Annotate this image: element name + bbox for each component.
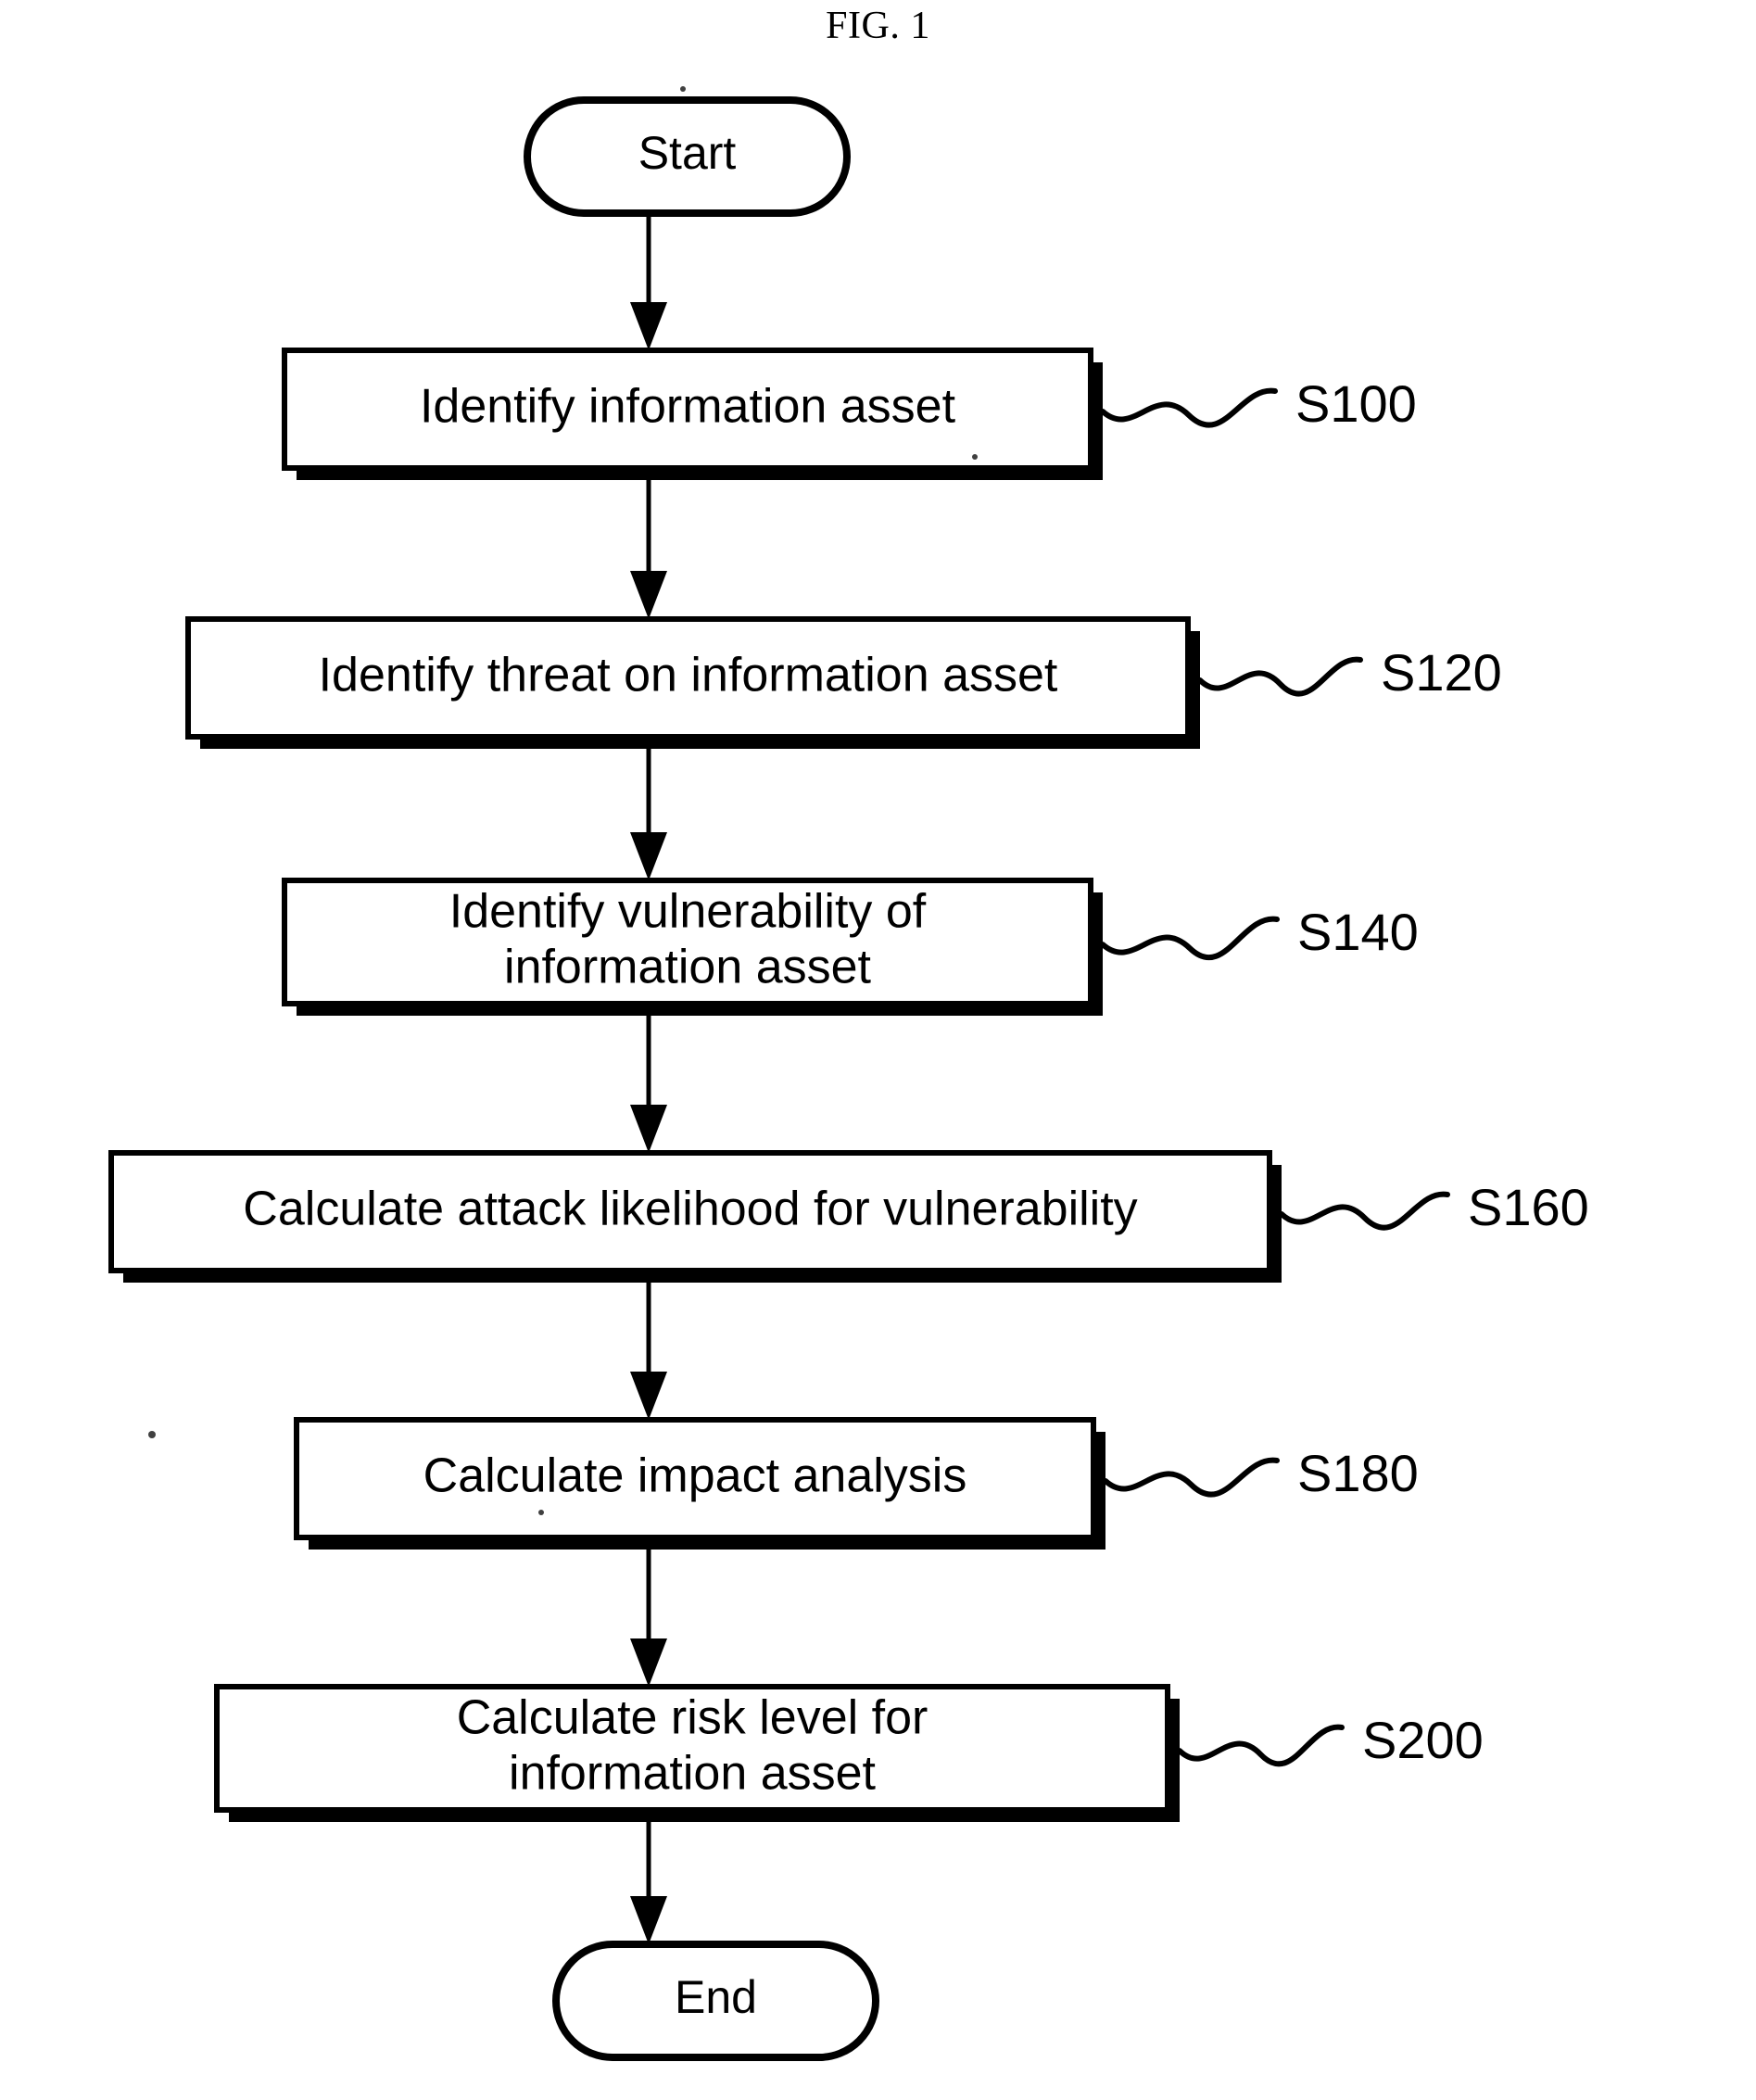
step-leader-lines xyxy=(1100,387,1450,1767)
flow-node-label-end: End xyxy=(675,1971,757,2023)
flow-edge-s200-to-end xyxy=(630,1822,667,1944)
flow-edge-s120-to-s140 xyxy=(630,749,667,880)
patent-figure: FIG. 1 Start Identify information asset Id… xyxy=(0,0,1756,2100)
flow-edge-start-to-s100 xyxy=(630,213,667,350)
flow-node-label-s180: Calculate impact analysis xyxy=(423,1448,967,1502)
flow-edge-s140-to-s160 xyxy=(630,1016,667,1153)
flow-node-s120: Identify threat on information asset xyxy=(185,616,1200,749)
flow-node-label-s120: Identify threat on information asset xyxy=(319,648,1058,702)
step-label-s120: S120 xyxy=(1381,643,1502,702)
flow-edge-s160-to-s180 xyxy=(630,1283,667,1420)
step-label-s160: S160 xyxy=(1468,1178,1589,1236)
step-label-s100: S100 xyxy=(1295,374,1417,433)
flow-node-end: End xyxy=(552,1941,879,2061)
scan-artifacts xyxy=(148,86,978,1515)
arrowhead-icon xyxy=(630,1896,667,1944)
flow-node-start: Start xyxy=(524,96,851,217)
leader-line-s180 xyxy=(1103,1457,1280,1498)
arrowhead-icon xyxy=(630,832,667,880)
step-reference-labels: S100 S120 S140 S160 S180 S200 xyxy=(1295,374,1589,1769)
flowchart-canvas: Start Identify information asset Identify … xyxy=(108,86,1589,2061)
step-label-s140: S140 xyxy=(1297,903,1419,961)
flow-node-label-s160: Calculate attack likelihood for vulnerab… xyxy=(243,1182,1137,1235)
flow-node-label-s100: Identify information asset xyxy=(420,379,956,433)
arrowhead-icon xyxy=(630,302,667,350)
arrowhead-icon xyxy=(630,1105,667,1153)
flow-node-s200: Calculate risk level for information asse… xyxy=(214,1684,1180,1822)
arrowhead-icon xyxy=(630,1638,667,1687)
step-label-s180: S180 xyxy=(1297,1444,1419,1502)
leader-line-s100 xyxy=(1100,387,1278,428)
flow-node-label-start: Start xyxy=(638,127,737,179)
leader-line-s120 xyxy=(1197,656,1363,697)
flow-node-s100: Identify information asset xyxy=(282,348,1103,480)
arrowhead-icon xyxy=(630,1372,667,1420)
flow-nodes: Start Identify information asset Identify … xyxy=(108,96,1282,2061)
leader-line-s160 xyxy=(1279,1191,1450,1231)
arrowhead-icon xyxy=(630,571,667,619)
leader-line-s200 xyxy=(1177,1724,1345,1767)
flow-edge-s180-to-s200 xyxy=(630,1550,667,1687)
step-label-s200: S200 xyxy=(1362,1711,1484,1769)
flow-edge-s100-to-s120 xyxy=(630,480,667,619)
flow-node-s140: Identify vulnerability of information ass… xyxy=(282,878,1103,1016)
flow-node-s180: Calculate impact analysis xyxy=(294,1417,1105,1550)
leader-line-s140 xyxy=(1100,916,1280,960)
flow-node-s160: Calculate attack likelihood for vulnerab… xyxy=(108,1150,1282,1283)
